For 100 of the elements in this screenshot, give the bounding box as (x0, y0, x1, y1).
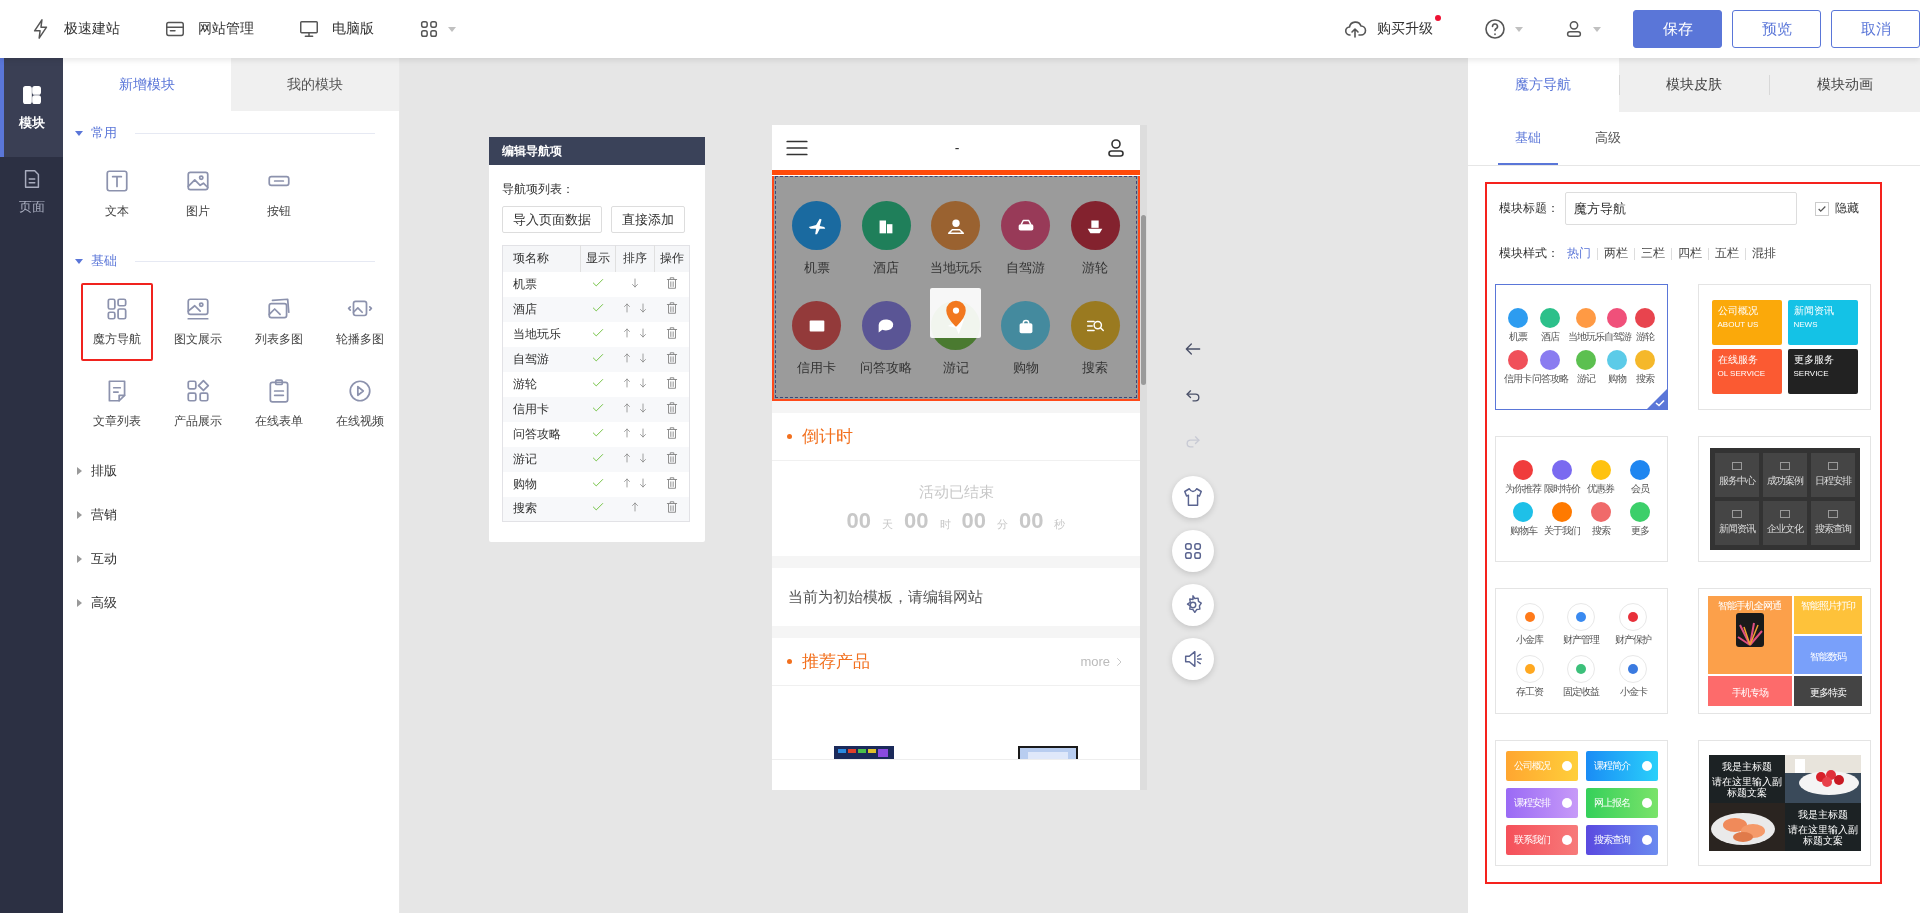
style-option[interactable]: 为你推荐 限时特价 优惠券 会员 购物车 关于我们 搜索 更多 (1495, 436, 1668, 562)
top-nav-link[interactable]: 电脑版 (298, 18, 374, 40)
nav-label: 游轮 (1082, 260, 1109, 277)
style-option[interactable]: 服务中心 成功案例 日程安排 新闻资讯 企业文化 搜索查询 (1698, 436, 1871, 562)
nav-icon[interactable] (1070, 201, 1120, 250)
top-nav-link[interactable]: 极速建站 (30, 18, 120, 40)
grid-icon (1182, 540, 1204, 562)
settings-button[interactable] (1172, 584, 1214, 626)
module-item[interactable]: 魔方导航 (81, 283, 153, 361)
style-filter-tab[interactable]: 三栏 (1635, 245, 1671, 262)
nav-module[interactable]: 机票 酒店 当地玩乐 自驾游 游轮 信用卡 问答攻略 游记 购物 搜索 (772, 176, 1140, 401)
section-header[interactable]: 基础 (75, 239, 399, 283)
section-header[interactable]: 常用 (75, 111, 399, 155)
module-item[interactable]: 产品展示 (162, 365, 234, 443)
sub-tab[interactable]: 高级 (1578, 112, 1638, 165)
trash-icon (664, 500, 679, 515)
module-item[interactable]: 图文展示 (162, 283, 234, 361)
panel-tab[interactable]: 魔方导航 (1468, 58, 1619, 112)
column-header: 显示 (580, 245, 616, 272)
title-field[interactable]: 魔方导航 (1565, 192, 1797, 225)
toolbar-button[interactable]: 保存 (1633, 10, 1722, 48)
panel-tab[interactable]: 模块动画 (1769, 58, 1920, 112)
action-button[interactable]: 直接添加 (611, 206, 685, 233)
module-item[interactable]: 在线表单 (243, 365, 315, 443)
modules-button[interactable] (1172, 530, 1214, 572)
column-header: 排序 (615, 245, 655, 272)
nav-icon[interactable] (792, 301, 842, 350)
toolbar-button[interactable]: 预览 (1732, 10, 1821, 48)
section-header[interactable]: 营销 (75, 493, 399, 537)
thumb-tile: 联系我们 (1505, 825, 1578, 855)
nav-label: 信用卡 (797, 360, 837, 377)
nav-icon[interactable] (861, 201, 911, 250)
clipboard-icon (266, 378, 292, 404)
toolbar-button[interactable]: 取消 (1831, 10, 1920, 48)
drag-tooltip[interactable] (930, 288, 981, 338)
skin-button[interactable] (1172, 476, 1214, 518)
thumb-tile: 手机专场 (1707, 676, 1792, 706)
nav-label: 游记 (943, 360, 969, 377)
module-item[interactable]: 文章列表 (81, 365, 153, 443)
nav-icon[interactable] (1001, 201, 1051, 250)
style-option[interactable]: 公司概况 ABOUT US 新闻资讯 NEWS 在线服务 OL SERVICE 更多服务 SERVICE (1698, 284, 1871, 410)
thumb-label: 关于我们 (1544, 524, 1581, 538)
column-header: 项名称 (502, 245, 581, 272)
nav-icon[interactable] (861, 301, 911, 350)
style-option[interactable]: 机票 酒店 当地玩乐自驾游 游轮 信用卡问答攻略 游记 购物 搜索 (1495, 284, 1668, 410)
nav-icon[interactable] (792, 201, 842, 250)
checkbox[interactable] (1815, 201, 1829, 216)
caret-icon (448, 26, 456, 32)
caret-icon (1593, 26, 1601, 32)
thumb-icon (1539, 308, 1560, 328)
rail-tab[interactable]: 模块 (0, 58, 63, 157)
style-filter-tab[interactable]: 混排 (1746, 245, 1782, 262)
section-header[interactable]: 互动 (75, 537, 399, 581)
apps-menu[interactable] (418, 18, 456, 40)
action-button[interactable]: 导入页面数据 (502, 206, 602, 233)
sound-button[interactable] (1172, 638, 1214, 680)
section-header[interactable]: 高级 (75, 581, 399, 625)
rail-tab[interactable]: 页面 (0, 157, 63, 227)
style-option[interactable]: 我是主标题 请在这里输入副标题文案 我是主标题 请在这里输入副标题文案 (1698, 740, 1871, 866)
image-icon (185, 296, 211, 322)
module-item[interactable]: 文本 (81, 155, 153, 233)
grid-icon (104, 296, 130, 322)
module-item[interactable]: 列表多图 (243, 283, 315, 361)
style-filter-tab[interactable]: 四栏 (1672, 245, 1708, 262)
thumb-icon (1575, 308, 1596, 328)
thumb-label: 自驾游 (1604, 330, 1631, 344)
scrollbar[interactable] (1140, 125, 1147, 790)
play-icon (347, 378, 373, 404)
style-option[interactable]: 公司概况 课程简介 课程安排 网上报名 联系我们 搜索查询 (1495, 740, 1668, 866)
style-filter-tab[interactable]: 热门 (1561, 245, 1597, 262)
thumb-label: 酒店 (1540, 330, 1559, 344)
style-option[interactable]: 小金库 财产管理 财产保护 存工资 固定收益 小金卡 (1495, 588, 1668, 714)
trash-icon (664, 275, 679, 290)
thumb-tile: 搜索查询 (1585, 825, 1658, 855)
help-menu[interactable] (1483, 17, 1523, 41)
images-icon (266, 296, 292, 322)
list-label: 导航项列表： (501, 181, 575, 198)
nav-label: 问答攻略 (860, 360, 913, 377)
module-item[interactable]: 轮播多图 (324, 283, 396, 361)
panel-tab[interactable]: 我的模块 (231, 58, 399, 111)
thumb-tile: 我是主标题 请在这里输入副标题文案 (1784, 803, 1861, 851)
module-item[interactable]: 图片 (162, 155, 234, 233)
style-filter-tab[interactable]: 五栏 (1709, 245, 1745, 262)
top-nav-link[interactable]: 网站管理 (164, 18, 254, 40)
section-header[interactable]: 排版 (75, 449, 399, 493)
module-item[interactable]: 在线视频 (324, 365, 396, 443)
thumb-label: 为你推荐 (1505, 482, 1542, 496)
table-cell: 搜索 (502, 496, 581, 522)
thumb-label: 会员 (1630, 482, 1649, 496)
thumb-icon (1507, 308, 1528, 328)
style-option[interactable]: 智能手机全网通 智能照片打印 智能数码 手机专场 更多特卖 (1698, 588, 1871, 714)
caret-down-icon (75, 129, 83, 137)
module-item[interactable]: 按钮 (243, 155, 315, 233)
nav-icon[interactable] (1001, 301, 1051, 350)
style-filter-tab[interactable]: 两栏 (1598, 245, 1634, 262)
panel-tab[interactable]: 模块皮肤 (1618, 58, 1770, 112)
layout-icon (20, 83, 43, 106)
upgrade-link[interactable]: 购买升级 (1343, 11, 1441, 47)
nav-icon[interactable] (931, 201, 981, 250)
sub-tab[interactable]: 基础 (1498, 112, 1558, 165)
